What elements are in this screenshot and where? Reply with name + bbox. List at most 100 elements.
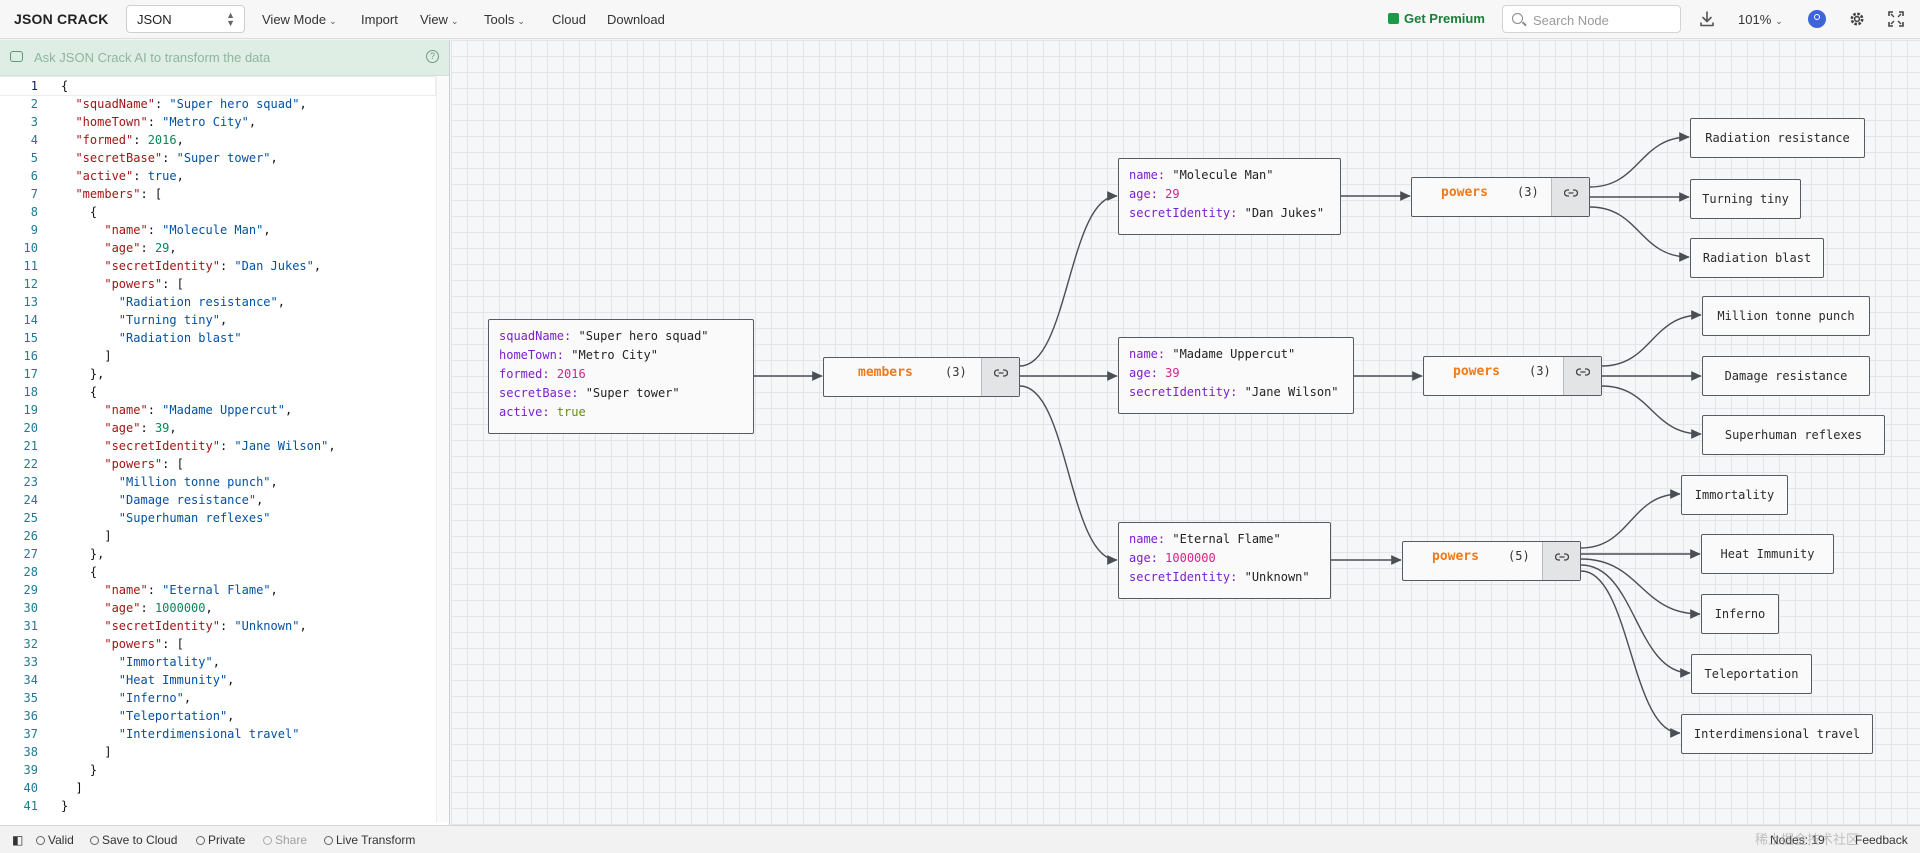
member-object-node-madame-uppercut[interactable]: name: "Madame Uppercut" age: 39 secretIden… (1118, 337, 1354, 414)
menu-tools[interactable]: Tools ⌄ (484, 12, 525, 27)
field-value: 29 (1165, 187, 1180, 201)
power-leaf-node[interactable]: Radiation resistance (1690, 118, 1865, 158)
code-line[interactable]: 19 "name": "Madame Uppercut", (0, 401, 435, 419)
code-line[interactable]: 18 { (0, 383, 435, 401)
line-number: 13 (23, 295, 38, 309)
code-line[interactable]: 33 "Immortality", (0, 653, 435, 671)
help-icon[interactable]: ? (426, 50, 439, 63)
graph-canvas[interactable]: squadName: "Super hero squad" homeTown: "… (451, 40, 1920, 825)
code-line[interactable]: 6 "active": true, (0, 167, 435, 185)
search-node-box[interactable] (1502, 5, 1681, 33)
power-leaf-node[interactable]: Turning tiny (1690, 179, 1801, 219)
code-line[interactable]: 14 "Turning tiny", (0, 311, 435, 329)
member-object-node-eternal-flame[interactable]: name: "Eternal Flame" age: 1000000 secretI… (1118, 522, 1331, 599)
download-icon[interactable] (1698, 10, 1716, 28)
powers-array-node-molecule-man[interactable]: powers (3) (1411, 177, 1590, 217)
share-button[interactable]: Share (263, 833, 307, 847)
power-leaf-node[interactable]: Teleportation (1691, 654, 1812, 694)
code-line[interactable]: 32 "powers": [ (0, 635, 435, 653)
menu-cloud[interactable]: Cloud (552, 12, 586, 27)
code-line[interactable]: 34 "Heat Immunity", (0, 671, 435, 689)
power-leaf-node[interactable]: Million tonne punch (1702, 296, 1870, 336)
code-line[interactable]: 31 "secretIdentity": "Unknown", (0, 617, 435, 635)
code-line[interactable]: 39 } (0, 761, 435, 779)
code-line[interactable]: 21 "secretIdentity": "Jane Wilson", (0, 437, 435, 455)
code-line[interactable]: 13 "Radiation resistance", (0, 293, 435, 311)
menu-download[interactable]: Download (607, 12, 665, 27)
code-line[interactable]: 27 }, (0, 545, 435, 563)
zoom-dropdown[interactable]: 101% ⌄ (1738, 12, 1783, 27)
line-number: 35 (23, 691, 38, 705)
toggle-editor-icon[interactable]: ◧ (12, 833, 23, 847)
code-line[interactable]: 22 "powers": [ (0, 455, 435, 473)
power-leaf-node[interactable]: Radiation blast (1690, 238, 1824, 278)
code-line[interactable]: 40 ] (0, 779, 435, 797)
code-line[interactable]: 28 { (0, 563, 435, 581)
code-line[interactable]: 15 "Radiation blast" (0, 329, 435, 347)
link-icon (1564, 189, 1578, 197)
fullscreen-icon[interactable] (1887, 10, 1905, 28)
code-line[interactable]: 36 "Teleportation", (0, 707, 435, 725)
code-line[interactable]: 11 "secretIdentity": "Dan Jukes", (0, 257, 435, 275)
root-object-node[interactable]: squadName: "Super hero squad" homeTown: "… (488, 319, 754, 434)
powers-array-node-eternal-flame[interactable]: powers (5) (1402, 541, 1581, 581)
private-toggle[interactable]: Private (196, 833, 245, 847)
code-line[interactable]: 16 ] (0, 347, 435, 365)
code-line[interactable]: 35 "Inferno", (0, 689, 435, 707)
menu-view-mode[interactable]: View Mode ⌄ (262, 12, 337, 27)
menu-import[interactable]: Import (361, 12, 398, 27)
feedback-link[interactable]: Feedback (1855, 833, 1908, 847)
live-transform-button[interactable]: Live Transform (324, 833, 415, 847)
get-premium-button[interactable]: Get Premium (1388, 11, 1485, 26)
code-line[interactable]: 17 }, (0, 365, 435, 383)
code-line[interactable]: 30 "age": 1000000, (0, 599, 435, 617)
code-token: "secretIdentity" (104, 619, 220, 633)
code-text: "powers": [ (61, 455, 183, 473)
code-line[interactable]: 2 "squadName": "Super hero squad", (0, 95, 435, 113)
code-editor[interactable]: 1{2 "squadName": "Super hero squad", 3 "h… (0, 76, 436, 822)
code-line[interactable]: 24 "Damage resistance", (0, 491, 435, 509)
members-link-button[interactable] (981, 358, 1019, 396)
code-line[interactable]: 41} (0, 797, 435, 815)
ai-transform-bar[interactable]: Ask JSON Crack AI to transform the data … (0, 40, 449, 76)
powers-link-button[interactable] (1563, 357, 1601, 395)
code-line[interactable]: 38 ] (0, 743, 435, 761)
save-to-cloud-button[interactable]: Save to Cloud (90, 833, 177, 847)
gear-icon[interactable] (1848, 10, 1866, 28)
search-node-input[interactable] (1531, 10, 1675, 30)
powers-link-button[interactable] (1542, 542, 1580, 580)
menu-view[interactable]: View ⌄ (420, 12, 459, 27)
power-leaf-node[interactable]: Inferno (1701, 594, 1779, 634)
members-array-node[interactable]: members (3) (823, 357, 1020, 397)
code-line[interactable]: 4 "formed": 2016, (0, 131, 435, 149)
code-line[interactable]: 29 "name": "Eternal Flame", (0, 581, 435, 599)
code-line[interactable]: 12 "powers": [ (0, 275, 435, 293)
code-line[interactable]: 5 "secretBase": "Super tower", (0, 149, 435, 167)
code-line[interactable]: 1{ (0, 76, 436, 96)
powers-link-button[interactable] (1551, 178, 1589, 216)
power-leaf-node[interactable]: Interdimensional travel (1681, 714, 1873, 754)
code-line[interactable]: 10 "age": 29, (0, 239, 435, 257)
code-line[interactable]: 23 "Million tonne punch", (0, 473, 435, 491)
ai-prompt-placeholder[interactable]: Ask JSON Crack AI to transform the data (34, 50, 270, 65)
code-line[interactable]: 37 "Interdimensional travel" (0, 725, 435, 743)
code-line[interactable]: 20 "age": 39, (0, 419, 435, 437)
code-line[interactable]: 9 "name": "Molecule Man", (0, 221, 435, 239)
editor-scrollbar[interactable] (436, 77, 449, 822)
format-select[interactable]: JSON ▲ ▼ (126, 5, 245, 33)
code-line[interactable]: 26 ] (0, 527, 435, 545)
line-number: 15 (23, 331, 38, 345)
power-leaf-node[interactable]: Immortality (1681, 475, 1788, 515)
power-leaf-node[interactable]: Superhuman reflexes (1702, 415, 1885, 455)
code-line[interactable]: 3 "homeTown": "Metro City", (0, 113, 435, 131)
member-object-node-molecule-man[interactable]: name: "Molecule Man" age: 29 secretIdentit… (1118, 158, 1341, 235)
powers-array-node-madame-uppercut[interactable]: powers (3) (1423, 356, 1602, 396)
app-logo[interactable]: JSON CRACK (14, 11, 109, 27)
code-token: "secretIdentity" (104, 259, 220, 273)
power-leaf-node[interactable]: Damage resistance (1702, 356, 1870, 396)
power-leaf-node[interactable]: Heat Immunity (1701, 534, 1834, 574)
account-avatar-icon[interactable] (1808, 10, 1826, 28)
code-line[interactable]: 7 "members": [ (0, 185, 435, 203)
code-line[interactable]: 25 "Superhuman reflexes" (0, 509, 435, 527)
code-line[interactable]: 8 { (0, 203, 435, 221)
